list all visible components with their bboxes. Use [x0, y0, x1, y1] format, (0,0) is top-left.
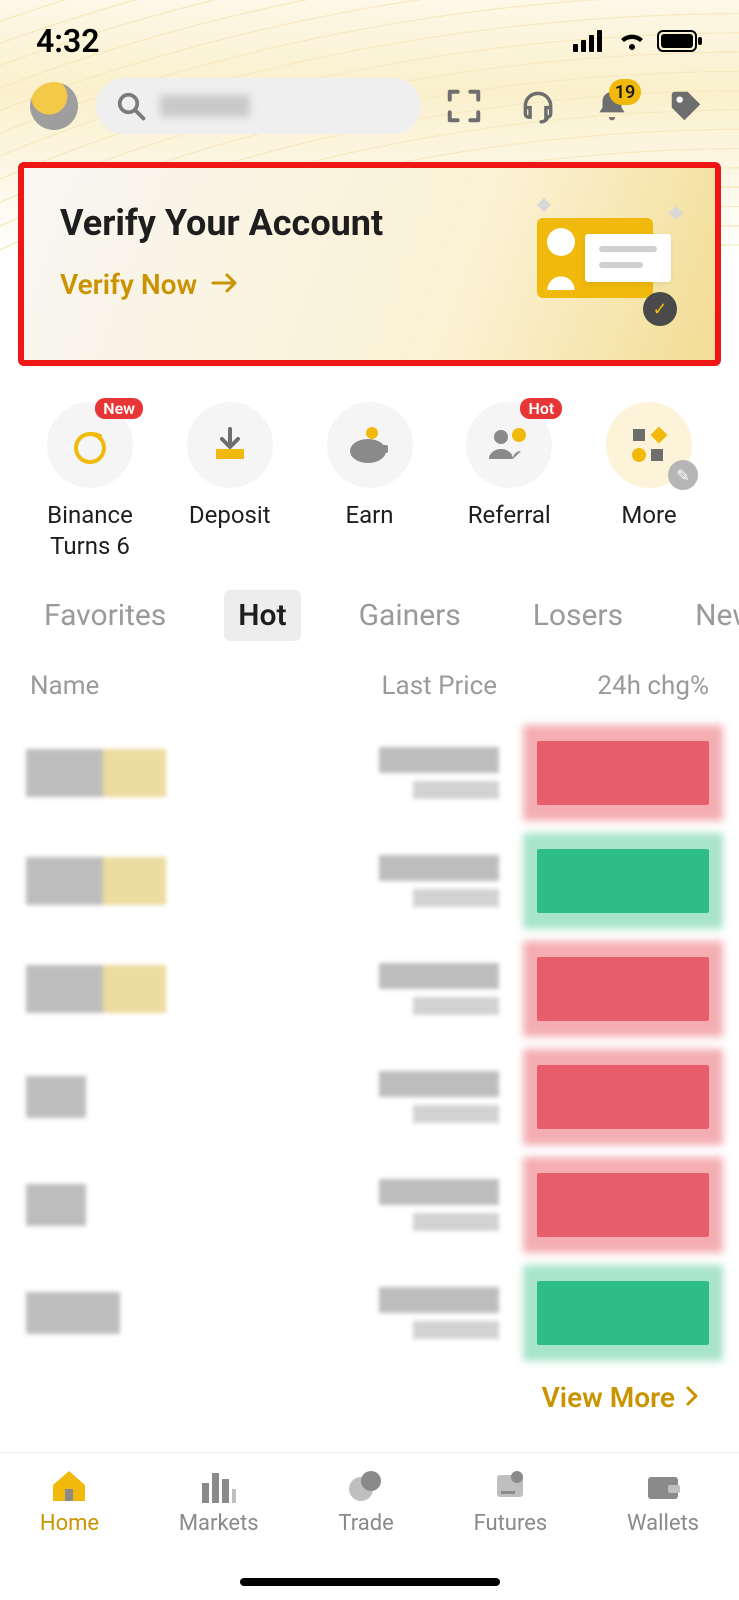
market-row[interactable]: [18, 827, 721, 935]
new-badge: New: [95, 398, 143, 419]
market-list: [0, 719, 739, 1367]
shortcut-referral[interactable]: Hot Referral: [449, 402, 569, 562]
top-bar: 19: [0, 68, 739, 150]
search-icon: [116, 91, 146, 121]
shortcut-label: Deposit: [189, 500, 271, 531]
change-badge: [533, 1061, 713, 1133]
nav-home[interactable]: Home: [40, 1467, 99, 1536]
change-badge: [533, 1277, 713, 1349]
search-placeholder-redacted: [160, 95, 250, 117]
coin-name-redacted: [26, 1076, 86, 1118]
shortcut-label: Referral: [468, 500, 551, 531]
markets-icon: [197, 1467, 241, 1505]
shortcut-more[interactable]: ✎ More: [589, 402, 709, 562]
col-last-price: Last Price: [264, 671, 530, 701]
shortcut-deposit[interactable]: Deposit: [170, 402, 290, 562]
last-price-redacted: [132, 1287, 521, 1339]
id-card-illustration: ✓: [529, 202, 679, 326]
tab-hot[interactable]: Hot: [224, 590, 300, 641]
verify-account-banner[interactable]: Verify Your Account Verify Now ✓: [18, 162, 721, 366]
coin-name-redacted: [26, 749, 166, 797]
shortcut-earn[interactable]: Earn: [310, 402, 430, 562]
coin-name-redacted: [26, 1292, 120, 1334]
home-indicator: [240, 1578, 500, 1586]
last-price-redacted: [98, 1179, 521, 1231]
change-badge: [533, 1169, 713, 1241]
market-row[interactable]: [18, 1151, 721, 1259]
futures-icon: [488, 1467, 532, 1505]
hot-badge: Hot: [520, 398, 562, 419]
verify-title: Verify Your Account: [60, 202, 383, 244]
last-price-redacted: [98, 1071, 521, 1123]
tab-gainers[interactable]: Gainers: [345, 590, 475, 641]
tab-losers[interactable]: Losers: [519, 590, 637, 641]
arrow-right-icon: [211, 268, 239, 301]
market-tabs: Favorites Hot Gainers Losers New L: [0, 572, 739, 661]
shortcut-label: Binance Turns 6: [30, 500, 150, 562]
tab-new-listings[interactable]: New L: [681, 590, 739, 641]
bottom-nav: Home Markets Trade Futures Wallets: [0, 1452, 739, 1600]
nav-trade[interactable]: Trade: [338, 1467, 393, 1536]
column-headers: Name Last Price 24h chg%: [0, 661, 739, 719]
status-bar: 4:32: [0, 0, 739, 68]
tab-favorites[interactable]: Favorites: [30, 590, 180, 641]
reward-tag-icon[interactable]: [667, 87, 705, 125]
change-badge: [533, 737, 713, 809]
verify-now-button[interactable]: Verify Now: [60, 268, 383, 301]
coin-name-redacted: [26, 965, 166, 1013]
wifi-icon: [617, 22, 647, 60]
cellular-icon: [573, 22, 607, 60]
change-badge: [533, 845, 713, 917]
last-price-redacted: [178, 747, 521, 799]
shortcut-label: More: [621, 500, 676, 531]
nav-markets[interactable]: Markets: [179, 1467, 259, 1536]
market-row[interactable]: [18, 1043, 721, 1151]
notifications-bell-icon[interactable]: 19: [593, 87, 631, 125]
trade-icon: [344, 1467, 388, 1505]
support-headset-icon[interactable]: [519, 87, 557, 125]
avatar[interactable]: [30, 82, 78, 130]
search-input[interactable]: [96, 78, 421, 134]
edit-shortcuts-icon[interactable]: ✎: [668, 460, 698, 490]
last-price-redacted: [178, 963, 521, 1015]
col-24h-change: 24h chg%: [529, 671, 709, 701]
wallets-icon: [641, 1467, 685, 1505]
change-badge: [533, 953, 713, 1025]
status-time: 4:32: [36, 22, 100, 60]
battery-icon: [657, 22, 703, 60]
shortcut-label: Earn: [345, 500, 393, 531]
home-icon: [47, 1467, 91, 1505]
coin-name-redacted: [26, 1184, 86, 1226]
col-name: Name: [30, 671, 264, 701]
view-more-button[interactable]: View More: [0, 1367, 739, 1414]
chevron-right-icon: [685, 1381, 699, 1414]
shortcut-binance-turns-6[interactable]: New Binance Turns 6: [30, 402, 150, 562]
market-row[interactable]: [18, 719, 721, 827]
coin-name-redacted: [26, 857, 166, 905]
scan-icon[interactable]: [445, 87, 483, 125]
shortcuts-row: New Binance Turns 6 Deposit Earn Hot Ref…: [0, 366, 739, 572]
nav-futures[interactable]: Futures: [474, 1467, 548, 1536]
market-row[interactable]: [18, 935, 721, 1043]
nav-wallets[interactable]: Wallets: [627, 1467, 699, 1536]
market-row[interactable]: [18, 1259, 721, 1367]
last-price-redacted: [178, 855, 521, 907]
notification-count-badge: 19: [609, 79, 641, 105]
